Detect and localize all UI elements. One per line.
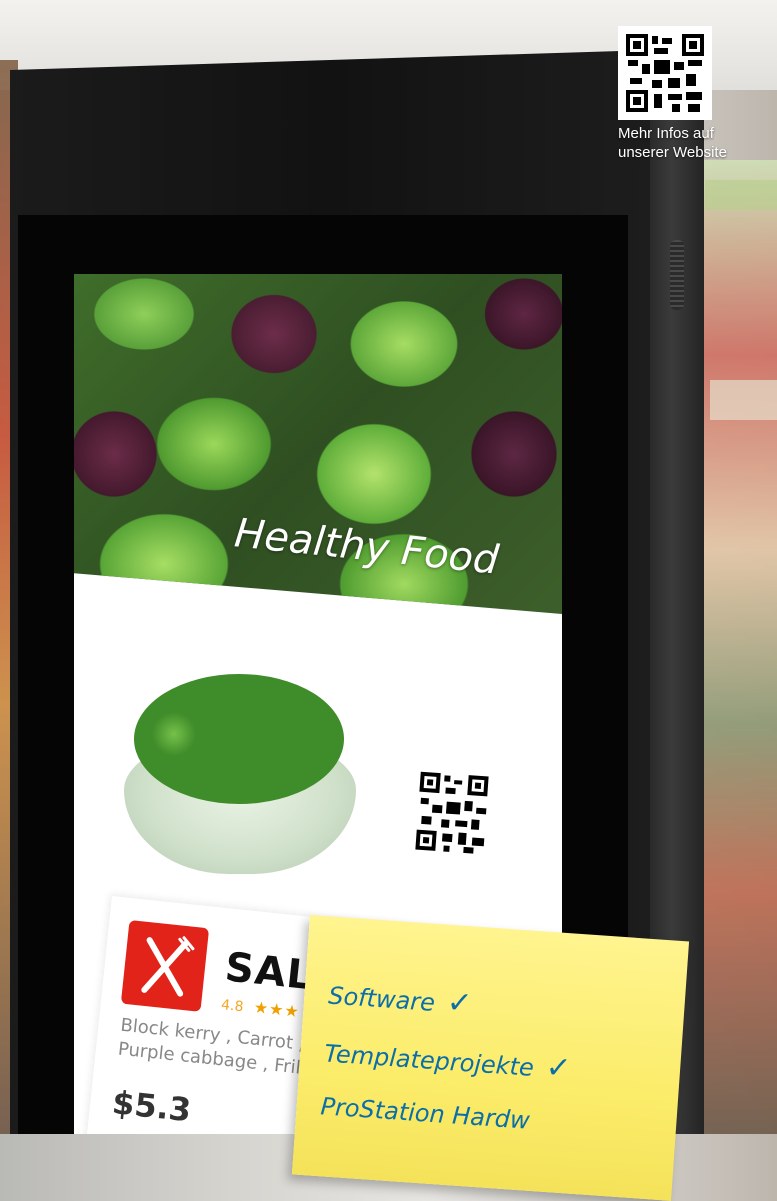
salad-bowl-image — [124, 654, 356, 894]
store-shelf-right-detail — [705, 180, 777, 210]
qr-code-icon[interactable] — [618, 26, 712, 120]
checkmark-icon: ✓ — [544, 1049, 573, 1087]
note-text: Software — [327, 981, 436, 1017]
note-text: ProStation Hardw — [319, 1092, 531, 1135]
fork-knife-icon — [141, 936, 195, 997]
checkmark-icon: ✓ — [445, 984, 474, 1022]
product-price: $5.3 — [110, 1083, 193, 1130]
sticky-note: Software ✓ Templateprojekte ✓ ProStation H… — [291, 915, 690, 1201]
note-line: ProStation Hardw — [320, 1092, 531, 1135]
rating-value: 4.8 — [220, 997, 245, 1016]
note-text: Templateprojekte — [323, 1039, 535, 1082]
store-shelf-right — [700, 160, 777, 1134]
caption-line: Mehr Infos auf — [618, 125, 714, 142]
note-line: Software ✓ — [327, 977, 473, 1022]
note-line: Templateprojekte ✓ — [323, 1034, 572, 1086]
bowl-contents — [134, 674, 344, 804]
store-shelf-right-detail — [710, 380, 777, 420]
caption-line: unserer Website — [618, 144, 727, 161]
restaurant-app-icon — [120, 919, 210, 1012]
star-icon: ★★★ — [252, 997, 301, 1022]
speaker-grille — [670, 240, 684, 310]
product-rating: 4.8 ★★★ — [220, 994, 300, 1021]
qr-code-icon[interactable] — [413, 769, 491, 857]
website-caption: Mehr Infos auf unserer Website — [618, 124, 727, 162]
